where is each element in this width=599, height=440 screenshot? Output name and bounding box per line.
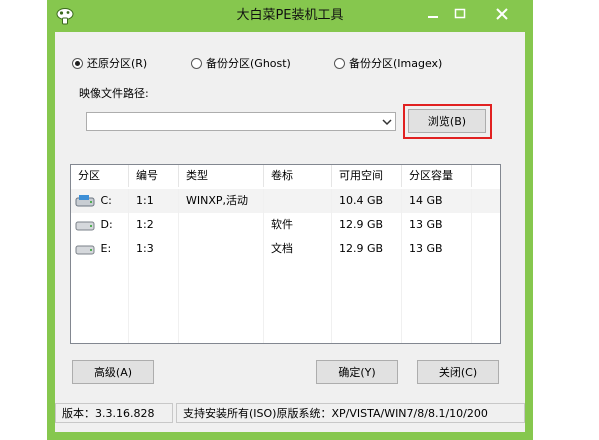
close-icon [496, 8, 508, 20]
grid-line [128, 261, 129, 343]
radio-backup-imagex[interactable]: 备份分区(Imagex) [334, 55, 442, 71]
cell-number: 1:1 [129, 189, 179, 213]
cell-size: 13 GB [402, 213, 472, 237]
drive-letter: E: [100, 242, 112, 255]
column-header-free-space[interactable]: 可用空间 [332, 165, 402, 187]
radio-label: 还原分区(R) [87, 57, 148, 70]
grid-line [401, 261, 402, 343]
cell-partition: D: [71, 213, 129, 237]
maximize-button[interactable] [447, 4, 473, 24]
status-bar: 版本：3.3.16.828 支持安装所有(ISO)原版系统：XP/VISTA/W… [55, 403, 525, 423]
support-text: 支持安装所有(ISO)原版系统：XP/VISTA/WIN7/8/8.1/10/2… [176, 403, 525, 423]
partition-table[interactable]: 分区 编号 类型 卷标 可用空间 分区容量 C: 1:1 WINXP,活动 10… [70, 164, 501, 344]
radio-label: 备份分区(Ghost) [206, 57, 291, 70]
grid-line [178, 261, 179, 343]
cell-free-space: 12.9 GB [332, 237, 402, 261]
radio-dot [72, 57, 83, 69]
table-row[interactable]: D: 1:2 软件 12.9 GB 13 GB [71, 213, 500, 237]
radio-dot [334, 57, 345, 69]
column-header-number[interactable]: 编号 [129, 165, 179, 187]
cell-size: 14 GB [402, 189, 472, 213]
radio-dot [191, 57, 202, 69]
column-header-size[interactable]: 分区容量 [402, 165, 472, 187]
minimize-button[interactable] [420, 4, 446, 24]
radio-restore-partition[interactable]: 还原分区(R) [72, 55, 147, 71]
cell-partition: C: [71, 189, 129, 213]
table-row[interactable]: E: 1:3 文档 12.9 GB 13 GB [71, 237, 500, 261]
system-drive-icon [75, 195, 95, 207]
grid-line [331, 261, 332, 343]
drive-icon [75, 245, 95, 255]
minimize-icon [428, 16, 438, 18]
browse-button[interactable]: 浏览(B) [408, 109, 486, 133]
image-path-combobox[interactable] [86, 112, 396, 131]
cell-type: WINXP,活动 [179, 189, 264, 213]
cell-label: 文档 [264, 237, 332, 261]
cell-type [179, 213, 264, 237]
cell-label [264, 189, 332, 213]
column-header-partition[interactable]: 分区 [71, 165, 129, 187]
cell-free-space: 10.4 GB [332, 189, 402, 213]
cell-type [179, 237, 264, 261]
chevron-down-icon[interactable] [382, 118, 392, 126]
grid-line [263, 261, 264, 343]
cell-size: 13 GB [402, 237, 472, 261]
grid-line [471, 261, 472, 343]
cell-label: 软件 [264, 213, 332, 237]
advanced-button[interactable]: 高级(A) [72, 360, 154, 384]
column-header-type[interactable]: 类型 [179, 165, 264, 187]
close-window-button[interactable] [480, 4, 524, 24]
version-text: 版本：3.3.16.828 [55, 403, 173, 423]
drive-letter: C: [100, 194, 112, 207]
radio-backup-ghost[interactable]: 备份分区(Ghost) [191, 55, 291, 71]
column-header-label[interactable]: 卷标 [264, 165, 332, 187]
radio-label: 备份分区(Imagex) [349, 57, 443, 70]
table-row[interactable]: C: 1:1 WINXP,活动 10.4 GB 14 GB [71, 189, 500, 213]
cell-partition: E: [71, 237, 129, 261]
image-path-label: 映像文件路径: [79, 87, 149, 100]
cell-number: 1:2 [129, 213, 179, 237]
close-button[interactable]: 关闭(C) [417, 360, 499, 384]
cell-number: 1:3 [129, 237, 179, 261]
cell-free-space: 12.9 GB [332, 213, 402, 237]
drive-icon [75, 221, 95, 231]
drive-letter: D: [100, 218, 113, 231]
ok-button[interactable]: 确定(Y) [316, 360, 398, 384]
maximize-icon [454, 8, 466, 19]
